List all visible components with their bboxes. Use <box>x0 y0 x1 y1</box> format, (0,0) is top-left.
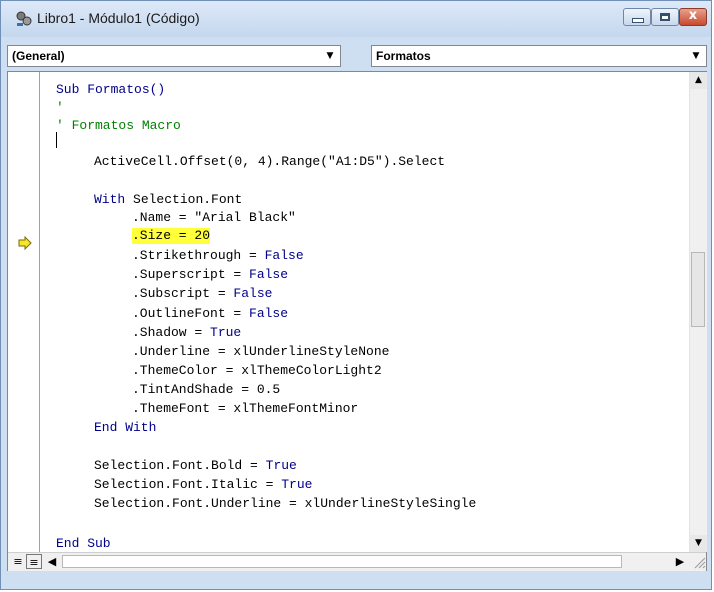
combo-row: (General) ▼ Formatos ▼ <box>7 45 707 69</box>
close-icon: x <box>688 8 698 23</box>
code-line: .ThemeColor = xlThemeColorLight2 <box>132 363 382 378</box>
code-line: .ThemeFont = xlThemeFontMinor <box>132 401 359 416</box>
code-line: Selection.Font.Italic = True <box>94 477 312 493</box>
code-token: .Subscript = <box>132 286 234 301</box>
code-line: .Name = "Arial Black" <box>132 210 296 225</box>
code-token: .Superscript = <box>132 267 250 282</box>
title-bar[interactable]: Libro1 - Módulo1 (Código) x <box>1 1 711 37</box>
procedure-combobox[interactable]: Formatos ▼ <box>371 45 707 67</box>
code-window: Libro1 - Módulo1 (Código) x (General) ▼ … <box>0 0 712 590</box>
code-token: Selection.Font <box>133 192 243 207</box>
code-token: Selection.Font.Bold = <box>94 458 266 473</box>
execution-arrow-icon <box>18 236 32 250</box>
vertical-scrollbar[interactable]: ▲ ▼ <box>689 72 707 552</box>
code-line: .Superscript = False <box>132 267 288 283</box>
code-line: .TintAndShade = 0.5 <box>132 382 281 397</box>
code-line: ActiveCell.Offset(0, 4).Range("A1:D5").S… <box>94 154 446 169</box>
margin-indicator-bar[interactable] <box>8 72 37 570</box>
code-line: .Subscript = False <box>132 286 272 302</box>
keyword: True <box>210 325 242 340</box>
procedure-view-icon[interactable]: ≡ <box>10 554 26 569</box>
maximize-button[interactable] <box>651 8 679 26</box>
margin-divider <box>39 72 40 570</box>
bottom-bar: ≡ ≡ ◀ ▶ <box>8 552 706 571</box>
code-line: .Strikethrough = False <box>132 248 304 264</box>
chevron-down-icon[interactable]: ▼ <box>688 48 704 64</box>
minimize-button[interactable] <box>623 8 651 26</box>
window-title: Libro1 - Módulo1 (Código) <box>37 10 200 26</box>
close-button[interactable]: x <box>679 8 707 26</box>
code-line: .OutlineFont = False <box>132 306 288 322</box>
object-combobox-value: (General) <box>12 49 65 63</box>
scroll-right-icon[interactable]: ▶ <box>672 554 688 569</box>
full-module-view-icon[interactable]: ≡ <box>26 554 42 569</box>
keyword: False <box>249 267 289 282</box>
keyword: With <box>94 192 126 207</box>
code-line: ' Formatos Macro <box>56 118 181 133</box>
code-line: End Sub <box>56 536 111 551</box>
vba-module-icon <box>16 11 32 26</box>
keyword: False <box>264 248 304 263</box>
code-line: With Selection.Font <box>94 192 242 208</box>
minimize-icon <box>632 18 644 23</box>
code-line: Selection.Font.Underline = xlUnderlineSt… <box>94 496 477 511</box>
code-token: .OutlineFont = <box>132 306 250 321</box>
horizontal-scrollbar[interactable] <box>62 555 622 568</box>
code-line: Selection.Font.Bold = True <box>94 458 297 474</box>
code-line: End With <box>94 420 157 435</box>
code-line: Sub Formatos() <box>56 82 165 98</box>
keyword: True <box>265 458 297 473</box>
code-line-highlighted: .Size = 20 <box>132 228 211 244</box>
code-token: Selection.Font.Italic = <box>94 477 282 492</box>
maximize-icon <box>660 13 670 21</box>
object-combobox[interactable]: (General) ▼ <box>7 45 341 67</box>
code-text[interactable]: Sub Formatos() ' ' Formatos Macro Active… <box>56 82 686 562</box>
procedure-combobox-value: Formatos <box>376 49 431 63</box>
keyword: False <box>233 286 273 301</box>
code-token: .Strikethrough = <box>132 248 265 263</box>
keyword: Sub Formatos() <box>56 82 166 97</box>
keyword: True <box>281 477 313 492</box>
code-line: ' <box>56 100 64 115</box>
chevron-down-icon[interactable]: ▼ <box>322 48 338 64</box>
scroll-down-icon[interactable]: ▼ <box>690 535 707 552</box>
resize-grip-icon[interactable] <box>692 555 706 569</box>
scroll-left-icon[interactable]: ◀ <box>44 554 60 569</box>
text-caret <box>56 132 57 148</box>
vertical-scroll-thumb[interactable] <box>691 252 705 327</box>
scroll-up-icon[interactable]: ▲ <box>690 72 707 89</box>
code-token: .Shadow = <box>132 325 211 340</box>
keyword: False <box>249 306 289 321</box>
code-line: .Underline = xlUnderlineStyleNone <box>132 344 390 359</box>
code-line: .Shadow = True <box>132 325 241 341</box>
code-editor[interactable]: Sub Formatos() ' ' Formatos Macro Active… <box>7 71 707 571</box>
